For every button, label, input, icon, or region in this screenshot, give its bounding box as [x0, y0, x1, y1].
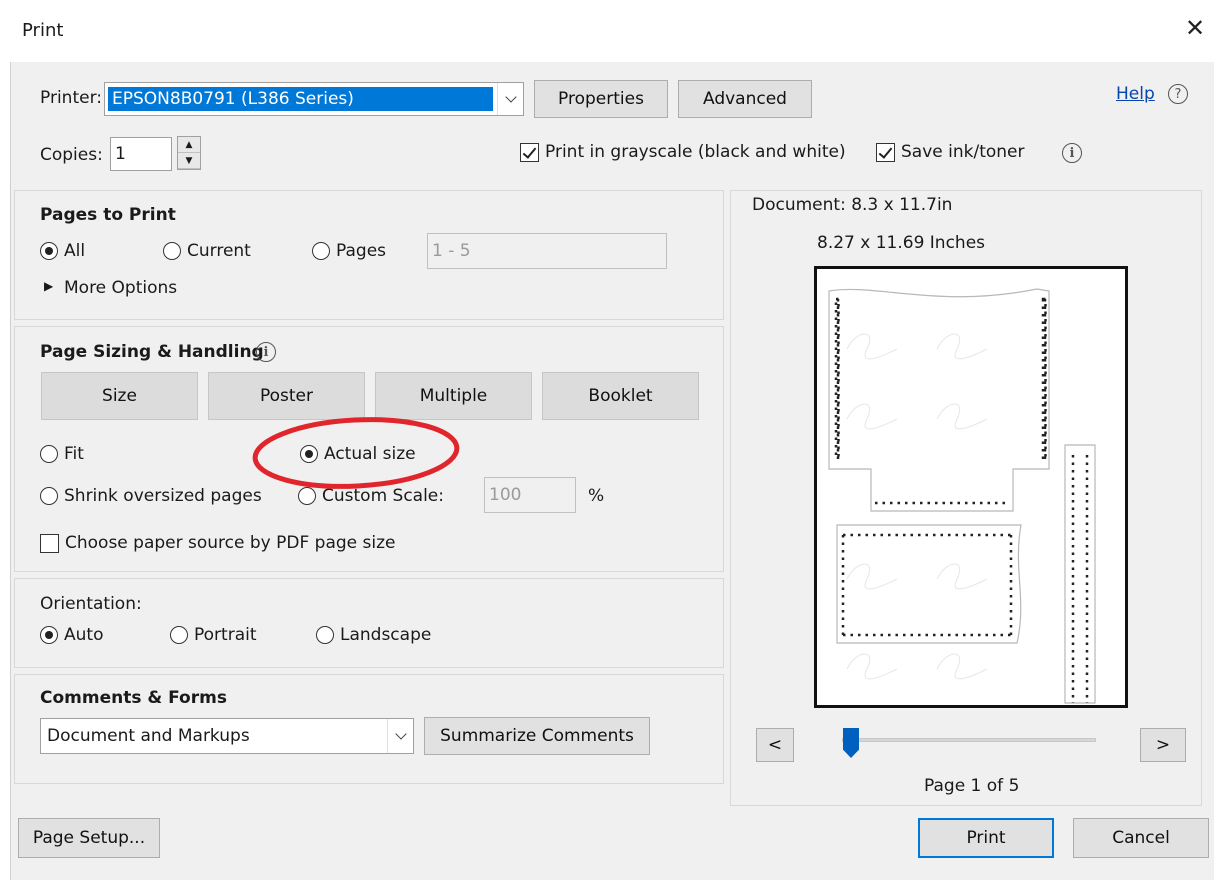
- stepper-up-icon[interactable]: ▲: [178, 137, 200, 153]
- radio-landscape[interactable]: Landscape: [316, 625, 431, 645]
- radio-auto[interactable]: Auto: [40, 625, 103, 645]
- page-indicator: Page 1 of 5: [924, 776, 1020, 796]
- paper-source-checkbox-box[interactable]: [40, 533, 59, 553]
- paper-source-checkbox-label: Choose paper source by PDF page size: [65, 533, 396, 553]
- print-button[interactable]: Print: [918, 818, 1054, 858]
- radio-shrink-circle[interactable]: [40, 487, 58, 505]
- radio-all-label: All: [64, 241, 86, 261]
- radio-all-circle[interactable]: [40, 242, 58, 260]
- radio-current-label: Current: [187, 241, 251, 261]
- stepper-down-icon[interactable]: ▼: [178, 153, 200, 169]
- properties-button[interactable]: Properties: [534, 80, 668, 118]
- copies-input[interactable]: 1: [110, 137, 172, 171]
- page-preview: [814, 266, 1128, 708]
- info-icon[interactable]: i: [256, 342, 276, 362]
- custom-scale-input[interactable]: 100: [484, 477, 576, 513]
- info-icon[interactable]: i: [1062, 143, 1082, 163]
- size-button[interactable]: Size: [41, 372, 198, 420]
- page-sizing-heading: Page Sizing & Handling: [40, 342, 264, 362]
- radio-fit-label: Fit: [64, 444, 84, 464]
- annotation-ellipse: [252, 417, 460, 489]
- window-title: Print: [22, 20, 64, 41]
- summarize-comments-button[interactable]: Summarize Comments: [424, 717, 650, 755]
- printer-select-value: EPSON8B0791 (L386 Series): [108, 87, 493, 111]
- radio-portrait-label: Portrait: [194, 625, 257, 645]
- title-bar: [0, 0, 1218, 62]
- chevron-down-icon[interactable]: [387, 719, 413, 753]
- comments-forms-select[interactable]: Document and Markups: [40, 718, 414, 754]
- help-icon[interactable]: ?: [1168, 84, 1188, 104]
- triangle-right-icon[interactable]: ▶: [44, 279, 53, 293]
- radio-landscape-label: Landscape: [340, 625, 432, 645]
- grayscale-checkbox[interactable]: Print in grayscale (black and white): [520, 142, 846, 162]
- radio-pages[interactable]: Pages: [312, 241, 386, 261]
- save-ink-checkbox-box[interactable]: [876, 142, 895, 162]
- radio-portrait-circle[interactable]: [170, 626, 188, 644]
- radio-fit-circle[interactable]: [40, 445, 58, 463]
- next-page-button[interactable]: >: [1140, 728, 1186, 762]
- advanced-button[interactable]: Advanced: [678, 80, 812, 118]
- cancel-button[interactable]: Cancel: [1073, 818, 1209, 858]
- radio-portrait[interactable]: Portrait: [170, 625, 257, 645]
- page-slider-track[interactable]: [842, 738, 1096, 742]
- more-options-toggle[interactable]: More Options: [64, 278, 177, 298]
- radio-all[interactable]: All: [40, 241, 85, 261]
- pages-range-input[interactable]: 1 - 5: [427, 233, 667, 269]
- radio-shrink[interactable]: Shrink oversized pages: [40, 486, 262, 506]
- radio-landscape-circle[interactable]: [316, 626, 334, 644]
- help-link[interactable]: Help: [1116, 84, 1155, 104]
- radio-fit[interactable]: Fit: [40, 444, 84, 464]
- radio-shrink-label: Shrink oversized pages: [64, 486, 262, 506]
- paper-source-checkbox[interactable]: Choose paper source by PDF page size: [40, 533, 395, 553]
- grayscale-checkbox-label: Print in grayscale (black and white): [545, 142, 846, 162]
- save-ink-checkbox[interactable]: Save ink/toner: [876, 142, 1025, 162]
- radio-auto-circle[interactable]: [40, 626, 58, 644]
- orientation-group: [14, 578, 724, 668]
- close-icon[interactable]: ✕: [1180, 14, 1210, 48]
- comments-forms-select-value: Document and Markups: [47, 726, 250, 746]
- booklet-button[interactable]: Booklet: [542, 372, 699, 420]
- printer-label: Printer:: [40, 88, 102, 108]
- comments-forms-heading: Comments & Forms: [40, 688, 227, 708]
- chevron-down-icon[interactable]: [497, 83, 523, 115]
- document-size-text: Document: 8.3 x 11.7in: [752, 195, 953, 215]
- page-preview-graphic: [828, 288, 1096, 704]
- custom-scale-unit: %: [588, 486, 605, 506]
- radio-current-circle[interactable]: [163, 242, 181, 260]
- radio-auto-label: Auto: [64, 625, 104, 645]
- radio-pages-circle[interactable]: [312, 242, 330, 260]
- paper-size-text: 8.27 x 11.69 Inches: [817, 233, 986, 253]
- copies-stepper[interactable]: ▲ ▼: [177, 136, 201, 170]
- page-setup-button[interactable]: Page Setup...: [18, 818, 160, 858]
- grayscale-checkbox-box[interactable]: [520, 142, 539, 162]
- save-ink-checkbox-label: Save ink/toner: [901, 142, 1025, 162]
- pages-to-print-heading: Pages to Print: [40, 205, 176, 225]
- prev-page-button[interactable]: <: [756, 728, 794, 762]
- printer-select[interactable]: EPSON8B0791 (L386 Series): [104, 82, 524, 116]
- radio-current[interactable]: Current: [163, 241, 251, 261]
- orientation-heading: Orientation:: [40, 594, 142, 614]
- copies-label: Copies:: [40, 145, 103, 165]
- radio-pages-label: Pages: [336, 241, 387, 261]
